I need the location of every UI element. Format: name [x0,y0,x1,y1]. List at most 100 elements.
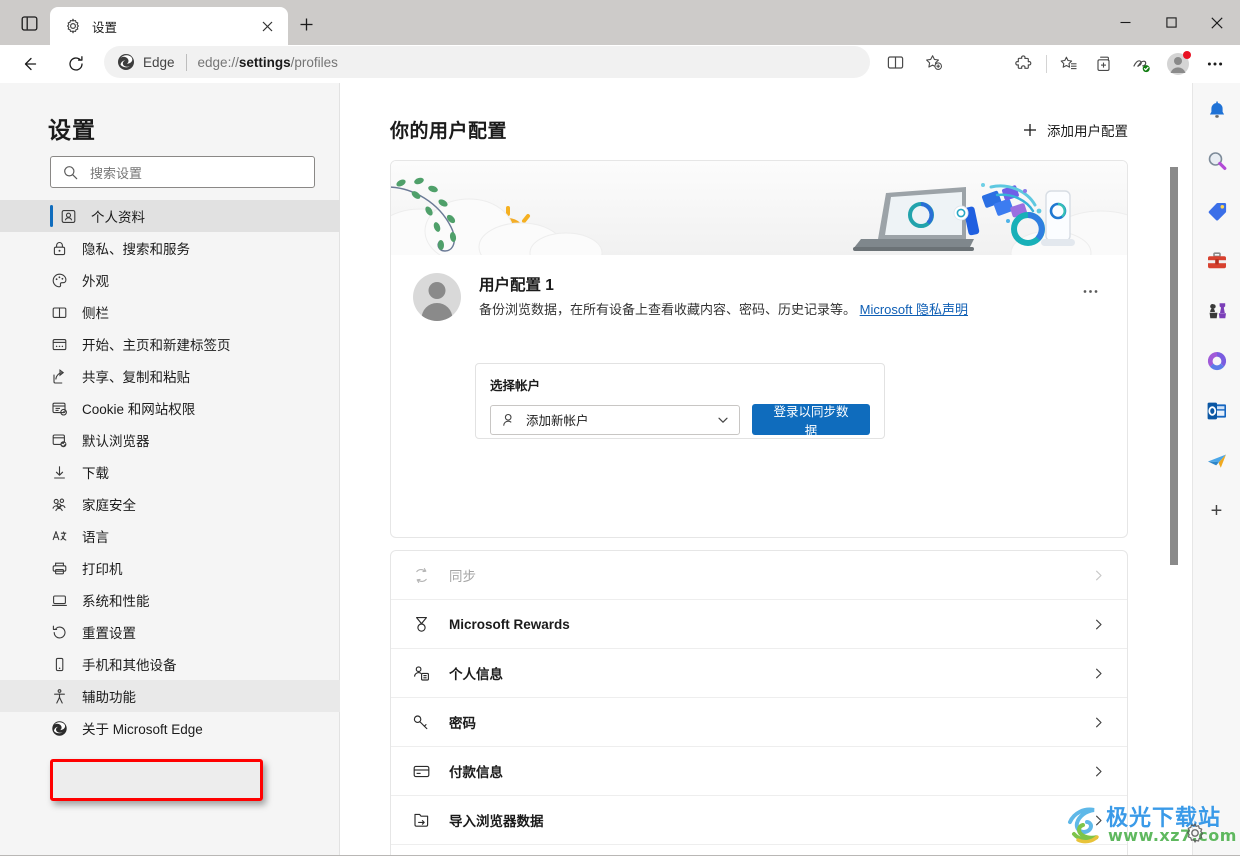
split-screen-button[interactable] [882,49,908,75]
personal-info-icon [413,665,429,681]
window-controls [1102,0,1240,45]
option-row-6[interactable]: 导入浏览器数据 [391,796,1127,845]
option-row-4[interactable]: 密码 [391,698,1127,747]
sidebar-item-12[interactable]: 打印机 [0,552,340,584]
tab-search-button[interactable] [16,10,42,36]
tools-toolbox-icon[interactable] [1201,245,1233,277]
edge-logo-icon [116,53,135,72]
url-suffix: /profiles [290,54,338,70]
add-profile-button[interactable]: 添加用户配置 [1022,120,1128,140]
back-button[interactable] [14,49,44,79]
edge-sidebar: + [1192,83,1240,856]
plus-icon [300,18,312,31]
close-tab-button[interactable] [256,15,278,37]
sidebar-item-10[interactable]: 家庭安全 [0,488,340,520]
plus-icon [1022,123,1037,138]
privacy-statement-link[interactable]: Microsoft 隐私声明 [860,302,968,317]
browser-essentials-button[interactable] [1126,49,1156,79]
account-box-label: 选择帐户 [490,379,541,393]
option-row-3[interactable]: 个人信息 [391,649,1127,698]
search-placeholder: 搜索设置 [90,165,143,181]
sidebar-item-9[interactable]: 下载 [0,456,340,488]
option-row-2[interactable]: Microsoft Rewards [391,600,1127,649]
tab-search-icon [21,15,37,31]
favorites-button[interactable] [1054,49,1084,79]
rewards-medal-icon [415,616,427,632]
sidebar-item-label: 辅助功能 [82,690,136,705]
profile-button[interactable] [1163,49,1193,79]
sidebar-item-label: 语言 [82,530,109,545]
minimize-button[interactable] [1102,0,1148,45]
sidebar-item-1[interactable]: 个人资料 [0,200,340,232]
edge-logo-icon [51,720,67,736]
split-screen-icon [887,55,903,69]
sync-icon [411,565,431,585]
sidebar-item-11[interactable]: 语言 [0,520,340,552]
add-favorite-button[interactable] [920,49,946,75]
shopping-tag-icon[interactable] [1201,195,1233,227]
sidebar-item-6[interactable]: 共享、复制和粘贴 [0,360,340,392]
maximize-button[interactable] [1148,0,1194,45]
address-bar[interactable]: Edge edge://settings/profiles [104,46,870,78]
add-sidebar-app-button[interactable]: + [1201,495,1233,527]
option-row-1: 同步 [391,551,1127,600]
refresh-button[interactable] [61,49,91,79]
option-row-5[interactable]: 付款信息 [391,747,1127,796]
sidebar-item-15[interactable]: 手机和其他设备 [0,648,340,680]
sidebar-item-17[interactable]: 关于 Microsoft Edge [0,712,340,744]
account-select-dropdown[interactable]: 添加新帐户 [490,404,740,435]
language-icon [52,530,66,541]
profile-text-block: 用户配置 1 备份浏览数据，在所有设备上查看收藏内容、密码、历史记录等。 Mic… [479,273,1075,321]
content-scrollbar[interactable] [1169,166,1179,856]
sidebar-item-5[interactable]: 开始、主页和新建标签页 [0,328,340,360]
system-performance-icon [51,594,67,606]
sidebar-item-16[interactable]: 辅助功能 [0,680,340,712]
collections-button[interactable] [1090,49,1120,79]
sidebar-item-2[interactable]: 隐私、搜索和服务 [0,232,340,264]
sidebar-item-14[interactable]: 重置设置 [0,616,340,648]
account-box-row: 添加新帐户 登录以同步数据 [490,404,870,438]
outlook-icon[interactable] [1201,395,1233,427]
sidebar-item-8[interactable]: 默认浏览器 [0,424,340,456]
sign-in-sync-button[interactable]: 登录以同步数据 [751,404,870,438]
scrollbar-thumb[interactable] [1170,167,1178,565]
reset-icon [50,623,68,641]
profile-more-button[interactable] [1075,277,1105,305]
browser-essentials-icon [1132,59,1150,72]
search-settings-input[interactable]: 搜索设置 [50,156,315,188]
language-icon [50,527,68,545]
sidebar-item-4[interactable]: 侧栏 [0,296,340,328]
close-window-button[interactable] [1194,0,1240,45]
drop-paperplane-icon[interactable] [1201,445,1233,477]
notifications-bell-icon[interactable] [1201,95,1233,127]
more-options-icon [1207,62,1223,66]
new-tab-button[interactable] [292,11,320,38]
printer-icon [50,559,68,577]
download-icon [53,465,65,479]
gear-icon [64,18,81,35]
extensions-button[interactable] [1009,49,1039,79]
share-icon [52,368,64,384]
settings-and-more-button[interactable] [1200,49,1230,79]
sidebar-item-3[interactable]: 外观 [0,264,340,296]
tab-title: 设置 [92,20,118,35]
sidebar-item-7[interactable]: Cookie 和网站权限 [0,392,340,424]
sidebar-item-label: 个人资料 [91,210,145,225]
accessibility-icon [53,688,65,704]
microsoft-365-icon[interactable] [1201,345,1233,377]
palette-icon [52,273,66,287]
search-magnifier-icon[interactable] [1201,145,1233,177]
sidebar-item-13[interactable]: 系统和性能 [0,584,340,616]
profile-banner-illustration [391,161,1127,255]
import-data-icon [411,810,431,830]
sidebar-item-label: 打印机 [82,562,123,577]
download-icon [50,463,68,481]
games-chess-icon[interactable] [1201,295,1233,327]
sync-icon [415,567,427,583]
sidebar-item-label: 默认浏览器 [82,434,150,449]
sidebar-item-label: 开始、主页和新建标签页 [82,338,231,353]
lock-icon [50,239,68,257]
omnibox-brand-label: Edge [143,54,175,70]
browser-tab[interactable]: 设置 [50,7,288,45]
rewards-medal-icon [411,614,431,634]
